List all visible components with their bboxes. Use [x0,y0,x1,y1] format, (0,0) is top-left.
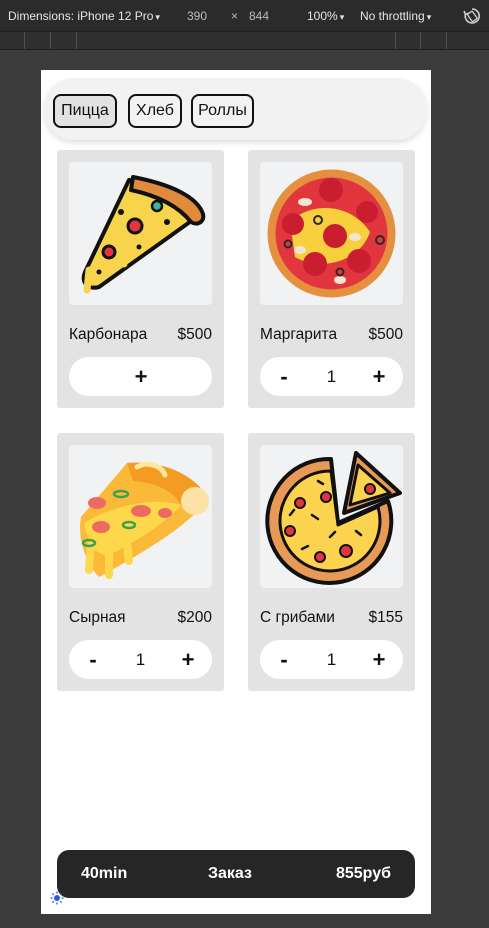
product-price: $155 [368,609,403,626]
cheese-pizza-slice-icon [80,461,209,579]
pizza-slice-icon [81,175,206,294]
chevron-down-icon: ▾ [339,12,345,22]
dimensions-label: Dimensions: iPhone 12 Pro [8,9,154,23]
order-label: Заказ [208,865,252,882]
pizza-icon [267,169,396,298]
product-name: Маргарита [260,326,338,343]
times-separator: × [231,9,239,23]
tab-pizza[interactable]: Пицца [53,94,117,128]
rotate-icon[interactable] [462,6,482,26]
product-card-carbonara: Карбонара $500 + [57,150,224,408]
product-name: Карбонара [69,326,148,343]
sun-icon[interactable] [50,891,64,905]
increase-button[interactable]: + [359,640,399,679]
pizza-cut-slice-icon [265,451,402,585]
throttling-label: No throttling [360,9,425,23]
category-tabs: Пицца Хлеб Роллы [44,78,427,140]
decrease-button[interactable]: - [73,640,113,679]
decrease-button[interactable]: - [264,357,304,396]
dimensions-dropdown[interactable]: Dimensions: iPhone 12 Pro ▾ [8,9,160,23]
product-name: С грибами [260,609,335,626]
add-button[interactable]: + [121,357,161,396]
decrease-button[interactable]: - [264,640,304,679]
quantity-stepper: + [69,357,212,396]
product-price: $500 [368,326,403,343]
product-image [69,445,212,588]
media-query-ruler [0,32,489,50]
product-price: $200 [177,609,212,626]
chevron-down-icon: ▾ [155,12,160,22]
product-name: Сырная [69,609,126,626]
product-image [260,445,403,588]
quantity-value: 1 [326,649,337,669]
throttling-dropdown[interactable]: No throttling ▾ [360,9,431,23]
tab-bread[interactable]: Хлеб [128,94,182,128]
product-card-cheese: Сырная $200 - 1 + [57,433,224,691]
order-total: 855руб [335,865,391,882]
devtools-device-toolbar: Dimensions: iPhone 12 Pro ▾ 390 × 844 100… [0,0,489,32]
delivery-time: 40min [81,865,128,882]
order-bar[interactable]: 40min Заказ 855руб [57,850,415,898]
chevron-down-icon: ▾ [426,12,432,22]
quantity-stepper: - 1 + [260,640,403,679]
product-card-margherita: Маргарита $500 - 1 + [248,150,415,408]
height-input[interactable]: 844 [249,9,269,23]
quantity-stepper: - 1 + [260,357,403,396]
increase-button[interactable]: + [168,640,208,679]
product-price: $500 [177,326,212,343]
tab-rolls[interactable]: Роллы [191,94,254,128]
product-card-mushroom: С грибами $155 - 1 + [248,433,415,691]
quantity-value: 1 [135,649,146,669]
product-image [69,162,212,305]
product-image [260,162,403,305]
zoom-label: 100% [307,9,338,23]
width-input[interactable]: 390 [187,9,207,23]
quantity-value: 1 [326,366,337,386]
zoom-dropdown[interactable]: 100% ▾ [307,9,344,23]
phone-viewport: Пицца Хлеб Роллы Карбонара $500 + Маргар… [41,70,431,914]
increase-button[interactable]: + [359,357,399,396]
quantity-stepper: - 1 + [69,640,212,679]
